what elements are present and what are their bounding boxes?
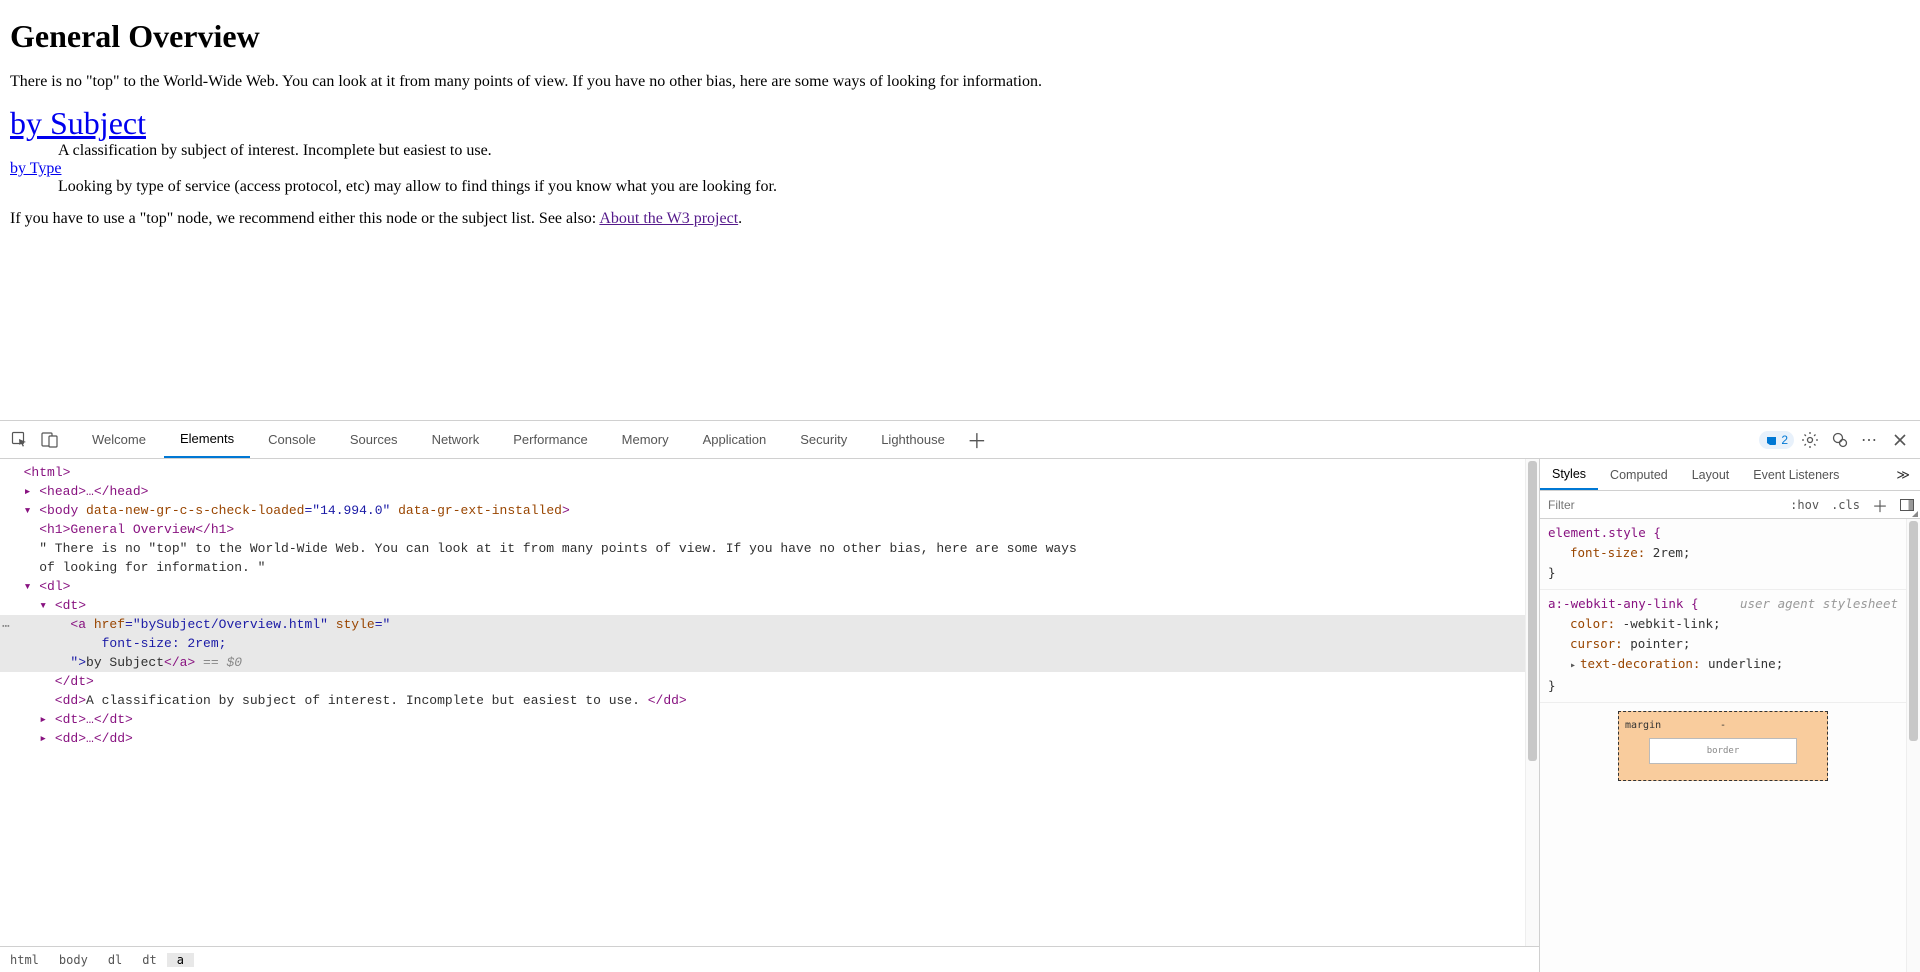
- styles-filter-input[interactable]: [1540, 498, 1784, 512]
- crumb-a[interactable]: a: [167, 953, 194, 967]
- tab-console[interactable]: Console: [252, 421, 332, 459]
- by-subject-link[interactable]: by Subject: [10, 105, 146, 141]
- new-rule-icon[interactable]: ＋: [1866, 493, 1894, 517]
- device-toggle-icon[interactable]: [36, 426, 64, 454]
- by-subject-desc: A classification by subject of interest.…: [58, 142, 1910, 160]
- styles-tab-event-listeners[interactable]: Event Listeners: [1741, 459, 1851, 491]
- box-model[interactable]: margin - border: [1540, 703, 1906, 781]
- dom-breadcrumbs: html body dl dt a: [0, 946, 1539, 972]
- cls-button[interactable]: .cls: [1825, 498, 1866, 512]
- devtools-panel: Welcome Elements Console Sources Network…: [0, 420, 1920, 972]
- issues-button[interactable]: 2: [1759, 431, 1794, 449]
- add-tab-icon[interactable]: ＋: [963, 426, 991, 454]
- overview-list: by Subject A classification by subject o…: [10, 105, 1910, 196]
- more-icon[interactable]: ⋯: [1856, 426, 1884, 454]
- rendered-page: General Overview There is no "top" to th…: [0, 0, 1920, 420]
- panel-layout-icon[interactable]: [1894, 499, 1920, 511]
- box-margin-label: margin: [1625, 716, 1661, 736]
- intro-paragraph: There is no "top" to the World-Wide Web.…: [10, 73, 1910, 91]
- feedback-icon[interactable]: [1826, 426, 1854, 454]
- styles-scrollbar[interactable]: [1906, 519, 1920, 972]
- by-type-link[interactable]: by Type: [10, 160, 61, 177]
- box-border-label: border: [1649, 738, 1797, 764]
- tab-lighthouse[interactable]: Lighthouse: [865, 421, 961, 459]
- styles-more-icon[interactable]: ≫: [1886, 467, 1920, 483]
- outro-prefix: If you have to use a "top" node, we reco…: [10, 210, 599, 227]
- selected-dom-node[interactable]: <a href="bySubject/Overview.html" style=…: [0, 615, 1525, 634]
- styles-tab-layout[interactable]: Layout: [1680, 459, 1742, 491]
- anylink-rule[interactable]: user agent stylesheet a:-webkit-any-link…: [1540, 590, 1906, 703]
- tab-network[interactable]: Network: [416, 421, 496, 459]
- ua-stylesheet-label: user agent stylesheet: [1740, 594, 1898, 614]
- element-style-rule[interactable]: element.style { font-size: 2rem; }: [1540, 519, 1906, 590]
- tab-application[interactable]: Application: [687, 421, 783, 459]
- issues-count: 2: [1781, 433, 1788, 447]
- tab-performance[interactable]: Performance: [497, 421, 603, 459]
- tab-security[interactable]: Security: [784, 421, 863, 459]
- styles-tab-computed[interactable]: Computed: [1598, 459, 1680, 491]
- page-title: General Overview: [10, 18, 1910, 55]
- close-devtools-icon[interactable]: [1886, 426, 1914, 454]
- gutter-menu-icon[interactable]: ⋯: [2, 617, 10, 636]
- styles-rules[interactable]: element.style { font-size: 2rem; } user …: [1540, 519, 1906, 972]
- tab-memory[interactable]: Memory: [606, 421, 685, 459]
- crumb-html[interactable]: html: [0, 953, 49, 967]
- outro-suffix: .: [738, 210, 742, 227]
- styles-tabbar: Styles Computed Layout Event Listeners ≫: [1540, 459, 1920, 491]
- dom-tree[interactable]: ⋯ <html> ▸ <head>…</head> ▾ <body data-n…: [0, 459, 1525, 946]
- tab-sources[interactable]: Sources: [334, 421, 414, 459]
- crumb-dl[interactable]: dl: [98, 953, 132, 967]
- tab-welcome[interactable]: Welcome: [76, 421, 162, 459]
- hov-button[interactable]: :hov: [1784, 498, 1825, 512]
- box-margin-top: -: [1720, 720, 1726, 731]
- outro-paragraph: If you have to use a "top" node, we reco…: [10, 210, 1910, 228]
- tab-elements[interactable]: Elements: [164, 421, 250, 458]
- dom-tree-panel: ⋯ <html> ▸ <head>…</head> ▾ <body data-n…: [0, 459, 1540, 972]
- crumb-dt[interactable]: dt: [132, 953, 166, 967]
- by-type-desc: Looking by type of service (access proto…: [58, 178, 1910, 196]
- devtools-tabbar: Welcome Elements Console Sources Network…: [0, 421, 1920, 459]
- inspect-icon[interactable]: [6, 426, 34, 454]
- settings-icon[interactable]: [1796, 426, 1824, 454]
- styles-filter-bar: :hov .cls ＋: [1540, 491, 1920, 519]
- dom-scrollbar[interactable]: [1525, 459, 1539, 946]
- about-w3-link[interactable]: About the W3 project: [599, 210, 738, 227]
- styles-tab-styles[interactable]: Styles: [1540, 459, 1598, 490]
- crumb-body[interactable]: body: [49, 953, 98, 967]
- styles-panel: Styles Computed Layout Event Listeners ≫…: [1540, 459, 1920, 972]
